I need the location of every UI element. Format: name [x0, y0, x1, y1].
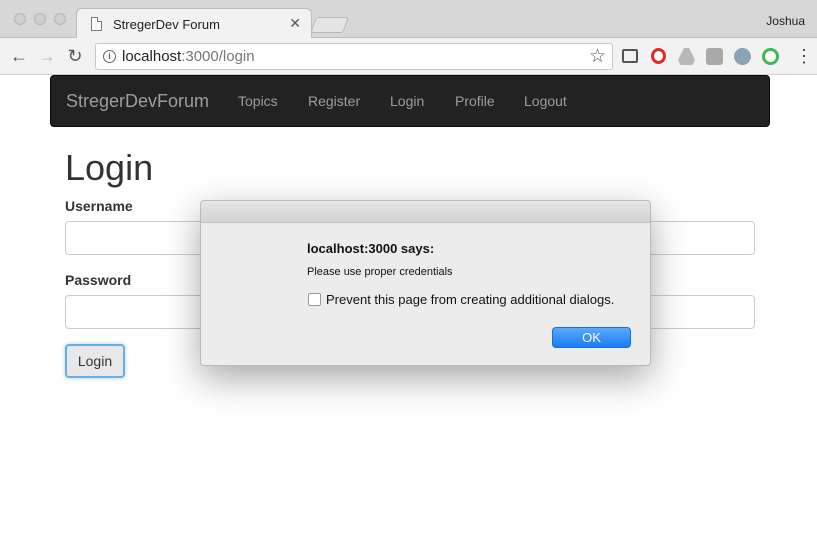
url-host: localhost	[122, 48, 182, 65]
page-icon	[91, 17, 102, 31]
qr-icon[interactable]	[762, 48, 779, 65]
browser-tab[interactable]: StregerDev Forum ✕	[76, 8, 312, 39]
nav-link-register[interactable]: Register	[308, 93, 360, 109]
nav-link-login[interactable]: Login	[390, 93, 424, 109]
ok-button[interactable]: OK	[552, 327, 631, 348]
cast-icon[interactable]	[622, 49, 638, 63]
back-icon[interactable]: ←	[9, 46, 29, 66]
nav-link-topics[interactable]: Topics	[238, 93, 278, 109]
menu-icon[interactable]: ⋮	[795, 46, 813, 66]
page-title: Login	[65, 147, 154, 188]
zoom-window-button[interactable]	[54, 13, 66, 25]
username-label: Username	[65, 198, 133, 214]
nav-link-profile[interactable]: Profile	[455, 93, 495, 109]
info-icon[interactable]: i	[103, 50, 116, 63]
brand-link[interactable]: StregerDevForum	[66, 91, 209, 112]
dialog-title: localhost:3000 says:	[307, 241, 435, 256]
password-label: Password	[65, 272, 132, 288]
prevent-dialogs-label[interactable]: Prevent this page from creating addition…	[326, 292, 614, 307]
site-navbar: StregerDevForum Topics Register Login Pr…	[50, 75, 770, 127]
login-button[interactable]: Login	[65, 344, 125, 378]
new-tab-button[interactable]	[310, 17, 349, 33]
browser-tab-strip: StregerDev Forum ✕ Joshua	[0, 0, 817, 39]
dialog-message: Please use proper credentials	[307, 266, 453, 278]
opera-icon[interactable]	[651, 48, 666, 64]
forward-icon[interactable]: →	[37, 46, 57, 66]
minimize-window-button[interactable]	[34, 13, 46, 25]
reload-icon[interactable]: ↻	[65, 46, 85, 66]
drive-icon[interactable]	[678, 48, 695, 65]
extension-icon[interactable]	[706, 48, 723, 65]
browser-toolbar: ← → ↻ i localhost:3000/login ☆ ⋮	[0, 38, 817, 75]
profile-name[interactable]: Joshua	[766, 14, 805, 28]
nav-link-logout[interactable]: Logout	[524, 93, 567, 109]
close-window-button[interactable]	[14, 13, 26, 25]
star-icon[interactable]: ☆	[589, 45, 606, 68]
url-text[interactable]: localhost:3000/login	[122, 48, 255, 65]
address-bar[interactable]: i localhost:3000/login ☆	[95, 43, 613, 70]
alert-dialog: localhost:3000 says: Please use proper c…	[200, 200, 651, 366]
url-path: :3000/login	[181, 48, 255, 65]
dialog-title-bar	[201, 201, 650, 223]
tab-title: StregerDev Forum	[113, 17, 220, 32]
prevent-dialogs-checkbox[interactable]	[308, 293, 321, 306]
satellite-icon[interactable]	[734, 48, 751, 65]
tab-close-icon[interactable]: ✕	[289, 15, 301, 32]
